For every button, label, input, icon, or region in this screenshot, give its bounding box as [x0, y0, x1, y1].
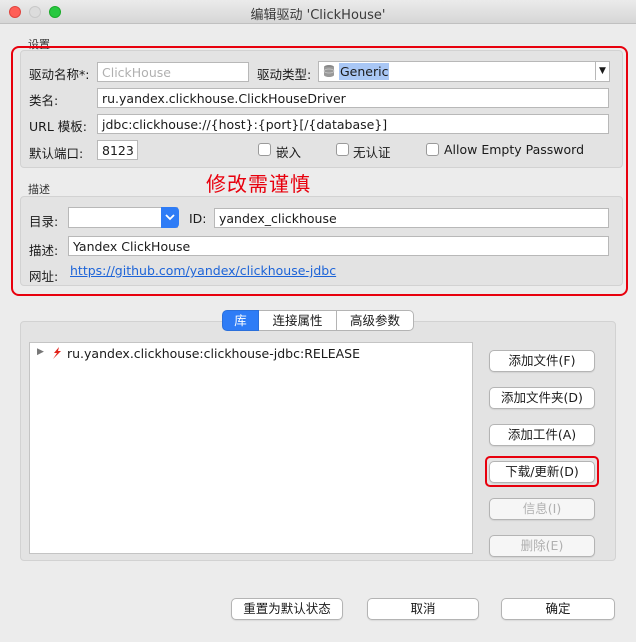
add-folder-button[interactable]: 添加文件夹(D) [489, 387, 595, 409]
jar-file-icon [51, 346, 63, 364]
reset-defaults-button[interactable]: 重置为默认状态 [231, 598, 343, 620]
add-artifact-button[interactable]: 添加工件(A) [489, 424, 595, 446]
highlight-box-download [485, 456, 599, 487]
library-list[interactable] [29, 342, 473, 554]
delete-button[interactable]: 删除(E) [489, 535, 595, 557]
window-title: 编辑驱动 'ClickHouse' [250, 8, 386, 23]
window-titlebar: 编辑驱动 'ClickHouse' [0, 0, 636, 24]
highlight-box-settings [11, 46, 628, 296]
tab-connection-properties[interactable]: 连接属性 [259, 310, 337, 331]
tab-libraries[interactable]: 库 [222, 310, 259, 331]
add-file-button[interactable]: 添加文件(F) [489, 350, 595, 372]
library-item[interactable]: ru.yandex.clickhouse:clickhouse-jdbc:REL… [67, 346, 360, 361]
expand-arrow-icon[interactable]: ▶ [37, 347, 44, 357]
cancel-button[interactable]: 取消 [367, 598, 479, 620]
tab-advanced-parameters[interactable]: 高级参数 [336, 310, 414, 331]
ok-button[interactable]: 确定 [501, 598, 615, 620]
info-button[interactable]: 信息(I) [489, 498, 595, 520]
